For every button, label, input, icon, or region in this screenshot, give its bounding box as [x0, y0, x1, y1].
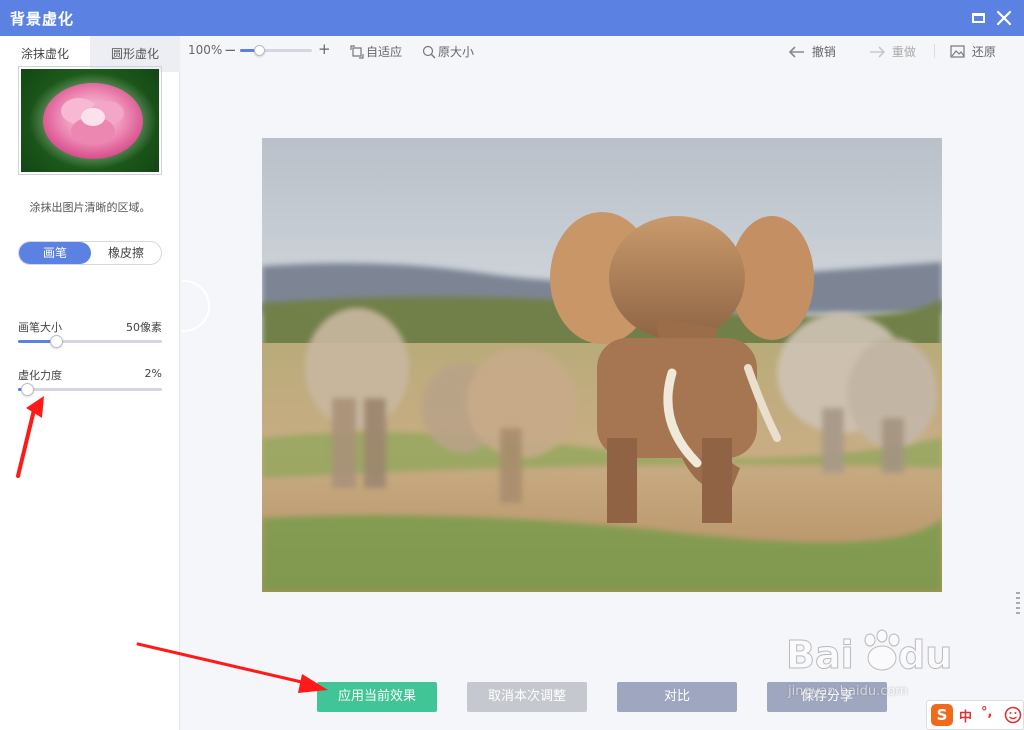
- ime-language-toggle[interactable]: 中: [959, 706, 972, 725]
- watermark-url: jingyan.baidu.com: [788, 684, 908, 699]
- annotation-arrow-shaft-apply: [136, 642, 312, 686]
- emoji-icon[interactable]: [1004, 706, 1022, 724]
- svg-text:du: du: [898, 633, 952, 677]
- ime-status-bar[interactable]: S 中 °,: [926, 700, 1024, 730]
- annotation-arrow-head-apply: [298, 674, 328, 693]
- resize-grip[interactable]: [1016, 592, 1020, 614]
- annotation-overlay: [16, 396, 328, 693]
- sogou-logo-icon: S: [931, 704, 953, 726]
- svg-text:Bai: Bai: [786, 633, 854, 677]
- baidu-watermark: Bai du jingyan.baidu.com: [786, 624, 972, 699]
- ime-punctuation-toggle[interactable]: °,: [981, 705, 992, 720]
- baidu-paw-logo: Bai du: [786, 629, 953, 678]
- annotation-arrow-head-blur: [26, 396, 44, 418]
- annotation-arrow-shaft-blur: [16, 408, 36, 478]
